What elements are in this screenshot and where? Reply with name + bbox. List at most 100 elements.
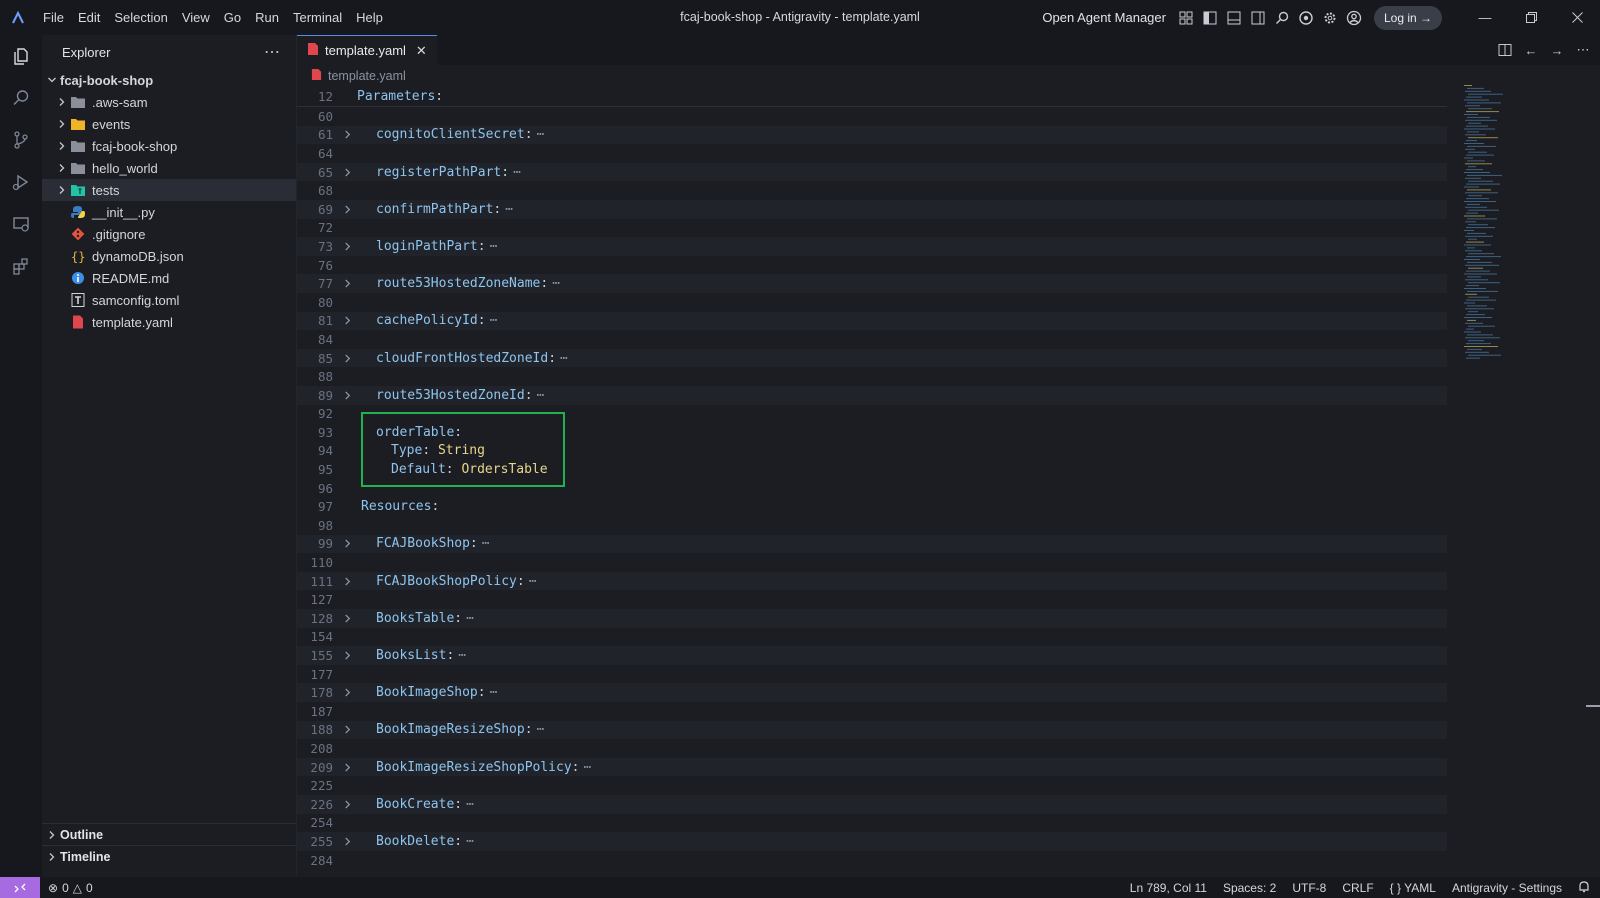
chevron-right-icon[interactable]	[333, 577, 361, 586]
menu-item-terminal[interactable]: Terminal	[286, 0, 349, 35]
extensions-icon[interactable]	[0, 245, 42, 287]
search-view-icon[interactable]	[0, 77, 42, 119]
code-line[interactable]: 64	[297, 144, 1447, 163]
more-actions-icon[interactable]: ⋯	[264, 42, 280, 62]
code-line[interactable]: 88	[297, 367, 1447, 386]
code-line[interactable]: 255 BookDelete: ⋯	[297, 832, 1447, 851]
code-line[interactable]: 209 BookImageResizeShopPolicy: ⋯	[297, 757, 1447, 777]
code-line[interactable]: 81 cachePolicyId: ⋯	[297, 311, 1447, 331]
problems-indicator[interactable]: ⊗ 0 △ 0	[48, 881, 93, 895]
tree-item-template-yaml[interactable]: template.yaml	[42, 311, 296, 333]
code-line[interactable]: 61 cognitoClientSecret: ⋯	[297, 125, 1447, 145]
toggle-sidebar-icon[interactable]	[1198, 6, 1222, 30]
more-actions-icon[interactable]: ⋯	[1574, 42, 1592, 58]
folded-ellipsis[interactable]: ⋯	[537, 127, 545, 142]
tree-item-tests[interactable]: tests	[42, 179, 296, 201]
remote-explorer-icon[interactable]	[0, 203, 42, 245]
code-line[interactable]: 177	[297, 665, 1447, 684]
account-icon[interactable]	[1342, 6, 1366, 30]
code-line[interactable]: 110	[297, 553, 1447, 572]
folded-ellipsis[interactable]: ⋯	[482, 536, 490, 551]
timeline-section[interactable]: Timeline	[42, 845, 297, 867]
code-line[interactable]: 155 BooksList: ⋯	[297, 646, 1447, 665]
toggle-panel-icon[interactable]	[1222, 6, 1246, 30]
menu-item-edit[interactable]: Edit	[71, 0, 107, 35]
toggle-secondary-sidebar-icon[interactable]	[1246, 6, 1270, 30]
code-line[interactable]: 89 route53HostedZoneId: ⋯	[297, 385, 1447, 405]
code-line[interactable]: 73 loginPathPart: ⋯	[297, 237, 1447, 256]
chevron-right-icon[interactable]	[333, 205, 361, 214]
remote-indicator-icon[interactable]	[0, 877, 40, 898]
code-line[interactable]: 284	[297, 851, 1447, 870]
code-line[interactable]: 99 FCAJBookShop: ⋯	[297, 534, 1447, 554]
code-lines[interactable]: 60 61 cognitoClientSecret: ⋯ 64 65 registerPat…	[297, 107, 1447, 869]
tree-item-events[interactable]: events	[42, 113, 296, 135]
code-line[interactable]: 80	[297, 293, 1447, 312]
split-editor-icon[interactable]	[1496, 43, 1514, 57]
open-agent-manager-button[interactable]: Open Agent Manager	[1042, 10, 1166, 25]
code-line[interactable]: 69 confirmPathPart: ⋯	[297, 199, 1447, 219]
chevron-right-icon[interactable]	[333, 837, 361, 846]
code-line[interactable]: 208	[297, 739, 1447, 758]
code-line[interactable]: 154	[297, 628, 1447, 647]
close-window-icon[interactable]	[1554, 0, 1600, 35]
menu-item-file[interactable]: File	[36, 0, 71, 35]
code-line[interactable]: 127	[297, 590, 1447, 609]
notifications-icon[interactable]	[1578, 880, 1590, 896]
code-line[interactable]: 178 BookImageShop: ⋯	[297, 683, 1447, 702]
sticky-scroll-header[interactable]: 12 Parameters:	[297, 87, 1447, 107]
chevron-right-icon[interactable]	[333, 800, 361, 809]
code-line[interactable]: 98	[297, 516, 1447, 535]
folded-ellipsis[interactable]: ⋯	[529, 574, 537, 589]
chevron-right-icon[interactable]	[333, 130, 361, 139]
close-tab-icon[interactable]: ✕	[416, 43, 427, 59]
folded-ellipsis[interactable]: ⋯	[513, 165, 521, 180]
code-line[interactable]: 72	[297, 219, 1447, 238]
menu-item-go[interactable]: Go	[217, 0, 248, 35]
code-line[interactable]: 225	[297, 776, 1447, 795]
explorer-icon[interactable]	[0, 35, 42, 77]
chevron-right-icon[interactable]	[333, 651, 361, 660]
tree-item-gitignore[interactable]: .gitignore	[42, 223, 296, 245]
chevron-right-icon[interactable]	[333, 353, 361, 363]
folded-ellipsis[interactable]: ⋯	[490, 239, 498, 254]
code-line[interactable]: 85 cloudFrontHostedZoneId: ⋯	[297, 348, 1447, 368]
code-line[interactable]: 60	[297, 107, 1447, 126]
menu-item-selection[interactable]: Selection	[107, 0, 174, 35]
tree-root-folder[interactable]: fcaj-book-shop	[42, 69, 296, 91]
folded-ellipsis[interactable]: ⋯	[490, 685, 498, 700]
outline-section[interactable]: Outline	[42, 823, 297, 845]
folded-ellipsis[interactable]: ⋯	[466, 611, 474, 626]
folded-ellipsis[interactable]: ⋯	[505, 202, 513, 217]
code-line[interactable]: 65 registerPathPart: ⋯	[297, 162, 1447, 182]
tree-item-readme-md[interactable]: README.md	[42, 267, 296, 289]
run-debug-icon[interactable]	[0, 161, 42, 203]
folded-ellipsis[interactable]: ⋯	[466, 797, 474, 812]
folded-ellipsis[interactable]: ⋯	[490, 313, 498, 328]
code-line[interactable]: 97 Resources:	[297, 497, 1447, 516]
menu-item-view[interactable]: View	[175, 0, 217, 35]
tree-item-aws-sam[interactable]: .aws-sam	[42, 91, 296, 113]
login-button[interactable]: Log in →	[1373, 5, 1442, 30]
search-icon[interactable]	[1270, 6, 1294, 30]
chevron-right-icon[interactable]	[333, 242, 361, 251]
layout-grid-icon[interactable]	[1174, 6, 1198, 30]
menu-item-help[interactable]: Help	[349, 0, 390, 35]
source-control-icon[interactable]	[0, 119, 42, 161]
code-line[interactable]: 77 route53HostedZoneName: ⋯	[297, 274, 1447, 293]
restore-icon[interactable]	[1508, 0, 1554, 35]
code-line[interactable]: 84	[297, 330, 1447, 349]
code-line[interactable]: 76	[297, 256, 1447, 275]
chevron-right-icon[interactable]	[333, 688, 361, 697]
chevron-right-icon[interactable]	[333, 763, 361, 772]
go-back-icon[interactable]: ←	[1522, 43, 1540, 58]
breadcrumb-file[interactable]: template.yaml	[328, 69, 406, 83]
scrollbar-marker[interactable]	[1586, 705, 1600, 707]
folded-ellipsis[interactable]: ⋯	[552, 276, 560, 291]
code-line[interactable]: 187	[297, 702, 1447, 721]
chevron-right-icon[interactable]	[333, 614, 361, 623]
chevron-right-icon[interactable]	[333, 539, 361, 548]
code-line[interactable]: 111 FCAJBookShopPolicy: ⋯	[297, 571, 1447, 591]
code-line[interactable]: 128 BooksTable: ⋯	[297, 609, 1447, 628]
settings-status[interactable]: Antigravity - Settings	[1452, 881, 1562, 895]
